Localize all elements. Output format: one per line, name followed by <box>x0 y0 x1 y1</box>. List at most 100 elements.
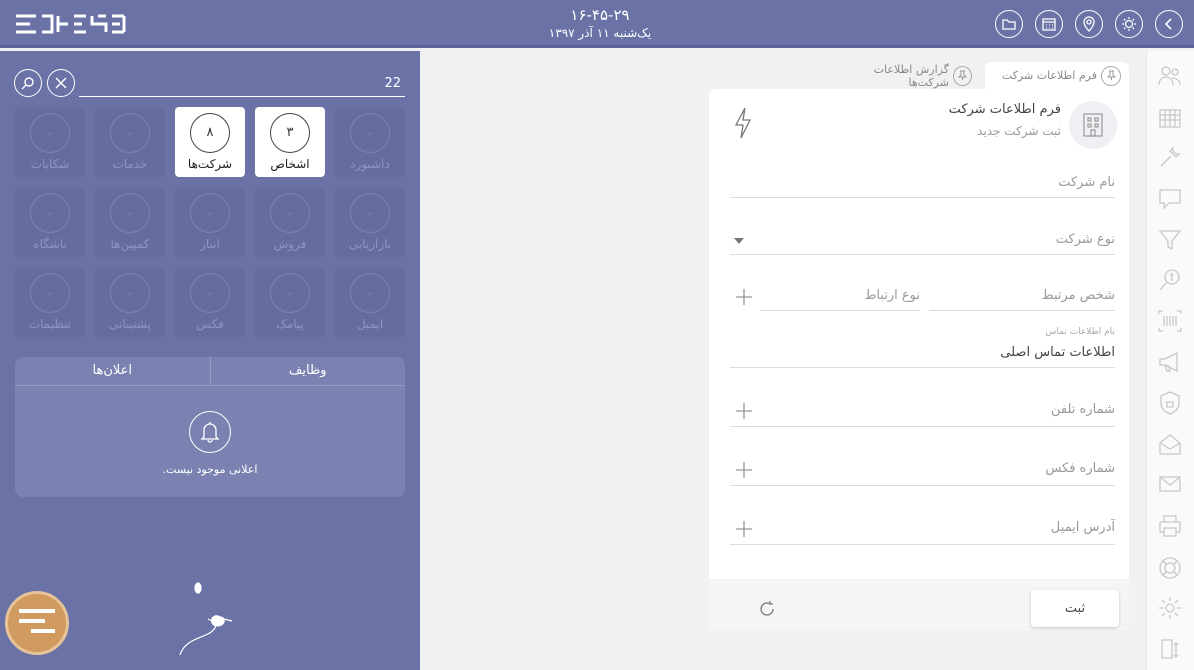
bell-icon <box>189 411 231 453</box>
relation-type-field[interactable]: نوع ارتباط <box>760 285 920 311</box>
module-label: انبار <box>200 237 220 251</box>
phone-field[interactable]: شماره تلفن <box>730 399 1115 427</box>
barcode-icon[interactable] <box>1157 308 1183 334</box>
module-count: ۰ <box>190 273 230 313</box>
module-tile[interactable]: ۰ پشتیبانی <box>95 267 165 337</box>
money-search-icon[interactable] <box>1157 267 1183 293</box>
shield-icon[interactable] <box>1157 390 1183 416</box>
brand-logo-button[interactable] <box>5 591 69 655</box>
form-subtitle: ثبت شرکت جدید <box>977 124 1061 138</box>
tab-company-report[interactable]: گزارش اطلاعات شرکت‌ها <box>828 62 980 89</box>
contact-name-field[interactable]: نام اطلاعات تماس اطلاعات تماس اصلی <box>730 327 1115 368</box>
module-label: فکس <box>196 317 224 331</box>
submit-button[interactable]: ثبت <box>1031 590 1119 627</box>
contact-name-label: نام اطلاعات تماس <box>1045 327 1115 337</box>
module-count: ۰ <box>270 273 310 313</box>
sun-icon[interactable] <box>1115 10 1143 38</box>
module-tile[interactable]: ۸ شرکت‌ها <box>175 107 245 177</box>
location-pin-icon[interactable] <box>1075 10 1103 38</box>
module-tile[interactable]: ۰ خدمات <box>95 107 165 177</box>
module-count: ۰ <box>30 113 70 153</box>
module-count: ۰ <box>110 113 150 153</box>
module-label: فروش <box>273 237 307 251</box>
chat-icon[interactable] <box>1157 186 1183 212</box>
tools-icon[interactable] <box>1157 144 1183 170</box>
module-tile[interactable]: ۰ انبار <box>175 187 245 257</box>
module-count: ۰ <box>350 113 390 153</box>
module-count: ۰ <box>30 273 70 313</box>
add-phone-icon[interactable] <box>735 402 753 420</box>
notifications-panel: اعلان‌ها وظایف اعلانی موجود نیست. <box>15 357 405 497</box>
module-tile[interactable]: ۰ کمپین‌ها <box>95 187 165 257</box>
filter-icon[interactable] <box>1157 227 1183 253</box>
fax-placeholder: شماره فکس <box>1045 461 1115 476</box>
email-placeholder: آدرس ایمیل <box>1050 520 1115 535</box>
building-icon[interactable] <box>1157 104 1183 130</box>
pin-icon[interactable] <box>1101 65 1121 86</box>
module-tile[interactable]: ۳ اشخاص <box>255 107 325 177</box>
module-tile[interactable]: ۰ فکس <box>175 267 245 337</box>
module-label: بازاریابی <box>348 237 392 251</box>
module-label: باشگاه <box>33 237 67 251</box>
module-count: ۰ <box>270 193 310 233</box>
module-count: ۰ <box>350 193 390 233</box>
module-count: ۰ <box>350 273 390 313</box>
close-icon[interactable] <box>47 69 75 97</box>
right-sidebar <box>1146 51 1194 670</box>
add-email-icon[interactable] <box>735 520 753 538</box>
company-form: فرم اطلاعات شرکت ثبت شرکت جدید نام شرکت … <box>709 89 1129 579</box>
tab-label: فرم اطلاعات شرکت <box>1001 69 1097 82</box>
add-fax-icon[interactable] <box>735 461 753 479</box>
module-tile[interactable]: ۰ شکایات <box>15 107 85 177</box>
lightning-icon[interactable] <box>733 107 753 139</box>
chevron-down-icon[interactable] <box>734 238 744 244</box>
module-tile[interactable]: ۰ باشگاه <box>15 187 85 257</box>
tab-announcements[interactable]: اعلان‌ها <box>15 357 210 385</box>
search-input[interactable] <box>79 71 405 97</box>
module-tile[interactable]: ۰ داشبورد <box>335 107 405 177</box>
empty-notifications-message: اعلانی موجود نیست. <box>162 463 258 476</box>
search-icon[interactable] <box>14 69 42 97</box>
module-tile[interactable]: ۰ ایمیل <box>335 267 405 337</box>
module-count: ۰ <box>110 273 150 313</box>
chevron-left-icon[interactable] <box>1155 10 1183 38</box>
module-label: شکایات <box>30 157 70 171</box>
refresh-icon[interactable] <box>758 600 776 618</box>
sms-icon[interactable] <box>1157 472 1183 498</box>
inbox-icon[interactable] <box>1157 431 1183 457</box>
printer-icon[interactable] <box>1157 513 1183 539</box>
module-count: ۰ <box>30 193 70 233</box>
module-tile[interactable]: ۰ بازاریابی <box>335 187 405 257</box>
form-title: فرم اطلاعات شرکت <box>948 102 1061 117</box>
module-count: ۸ <box>190 113 230 153</box>
tab-company-form[interactable]: فرم اطلاعات شرکت <box>985 62 1129 89</box>
relation-type-placeholder: نوع ارتباط <box>864 288 920 303</box>
module-label: داشبورد <box>350 157 390 171</box>
pin-icon[interactable] <box>952 65 972 86</box>
megaphone-icon[interactable] <box>1157 349 1183 375</box>
module-tile[interactable]: ۰ پیامک <box>255 267 325 337</box>
clock-date: یک‌شنبه ۱۱ آذر ۱۳۹۷ <box>548 26 652 40</box>
related-person-field[interactable]: شخص مرتبط <box>929 285 1115 311</box>
transfer-icon[interactable] <box>1157 636 1183 662</box>
app-logo <box>16 14 126 34</box>
module-count: ۳ <box>270 113 310 153</box>
tab-tasks[interactable]: وظایف <box>209 357 406 385</box>
module-tile[interactable]: ۰ فروش <box>255 187 325 257</box>
company-name-field[interactable]: نام شرکت <box>730 171 1115 198</box>
users-icon[interactable] <box>1157 63 1183 89</box>
gear-icon[interactable] <box>1157 595 1183 621</box>
module-label: اشخاص <box>270 157 310 171</box>
module-count: ۰ <box>110 193 150 233</box>
module-label: پشتیبانی <box>109 317 151 331</box>
company-type-select[interactable]: نوع شرکت <box>730 229 1115 255</box>
email-field[interactable]: آدرس ایمیل <box>730 517 1115 545</box>
module-tile[interactable]: ۰ تنظیمات <box>15 267 85 337</box>
calendar-icon[interactable] <box>1035 10 1063 38</box>
lifebuoy-icon[interactable] <box>1157 555 1183 581</box>
phone-placeholder: شماره تلفن <box>1051 402 1115 417</box>
fax-field[interactable]: شماره فکس <box>730 458 1115 486</box>
folder-icon[interactable] <box>995 10 1023 38</box>
module-count: ۰ <box>190 193 230 233</box>
add-related-person-icon[interactable] <box>735 288 753 306</box>
